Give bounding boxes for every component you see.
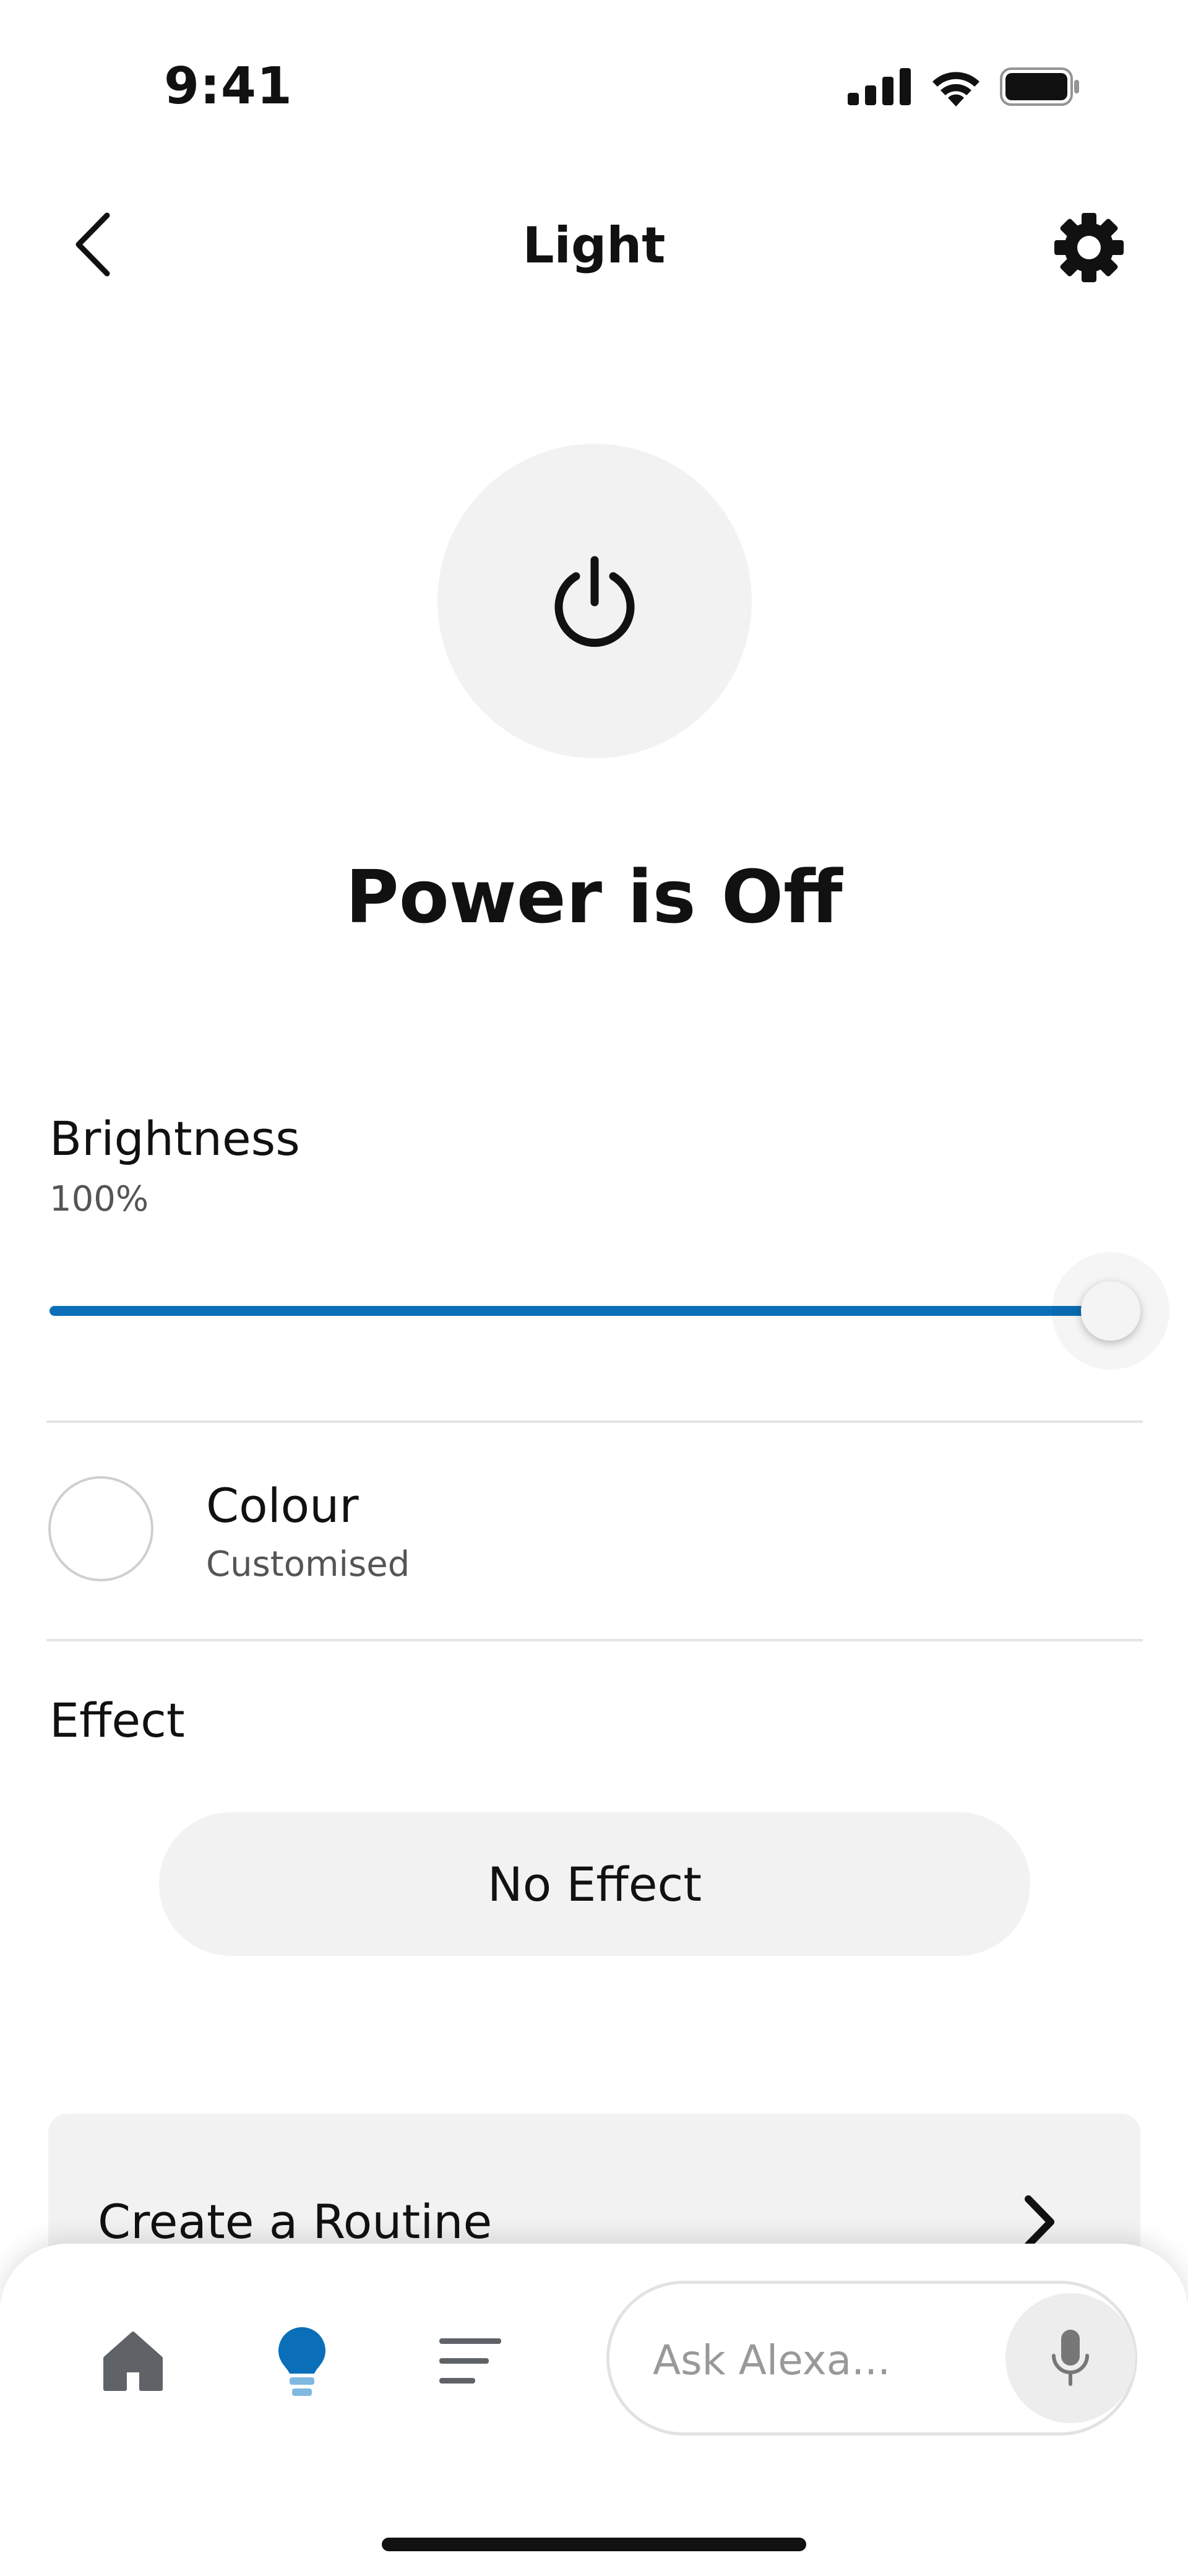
- home-indicator: [382, 2538, 806, 2551]
- settings-button[interactable]: [1052, 210, 1126, 285]
- microphone-button[interactable]: [1005, 2293, 1135, 2423]
- create-routine-label[interactable]: Create a Routine: [98, 2194, 492, 2249]
- power-status: Power is Off: [345, 854, 843, 940]
- gear-icon: [1054, 213, 1124, 282]
- microphone-icon: [1052, 2330, 1089, 2386]
- brightness-slider-thumb[interactable]: [1081, 1281, 1140, 1341]
- brightness-slider-fill: [50, 1306, 1111, 1316]
- ask-alexa-placeholder[interactable]: Ask Alexa...: [653, 2336, 890, 2384]
- status-icons: [848, 65, 1080, 108]
- chevron-right-icon: [1025, 2195, 1054, 2249]
- brightness-slider[interactable]: [50, 1252, 1169, 1370]
- brightness-value: 100%: [50, 1179, 149, 1219]
- tab-more[interactable]: [427, 2318, 514, 2405]
- tab-home[interactable]: [90, 2318, 176, 2405]
- brightness-label: Brightness: [50, 1111, 300, 1166]
- power-icon: [554, 556, 635, 647]
- colour-value: Customised: [206, 1544, 410, 1584]
- tab-devices[interactable]: [259, 2318, 345, 2405]
- battery-icon: [1000, 67, 1079, 106]
- divider: [46, 1639, 1143, 1641]
- cellular-signal-icon: [848, 68, 911, 105]
- effect-button[interactable]: No Effect: [159, 1812, 1030, 1956]
- lightbulb-icon: [278, 2327, 325, 2396]
- status-time: 9:41: [164, 57, 293, 116]
- power-button[interactable]: [437, 444, 752, 758]
- effect-label: Effect: [50, 1693, 185, 1748]
- divider: [46, 1420, 1143, 1423]
- menu-icon: [439, 2338, 501, 2384]
- page-title: Light: [522, 217, 666, 274]
- wifi-icon: [932, 72, 979, 106]
- home-icon: [103, 2332, 163, 2391]
- colour-swatch[interactable]: [48, 1476, 153, 1581]
- colour-label[interactable]: Colour: [206, 1478, 359, 1533]
